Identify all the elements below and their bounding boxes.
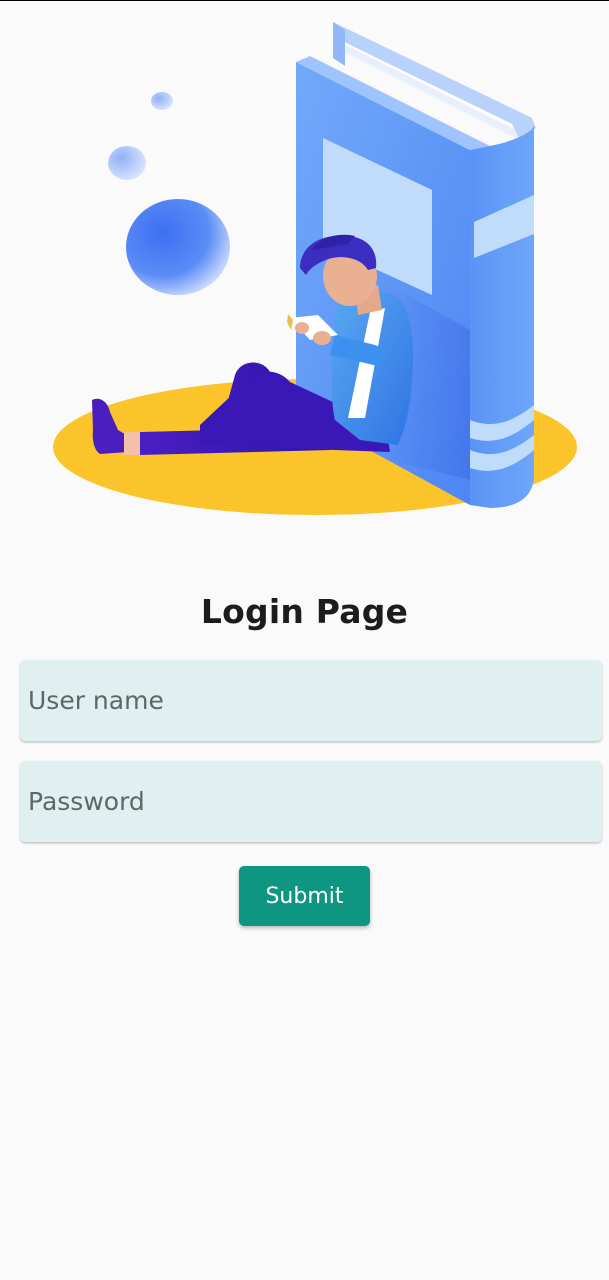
bubble-tiny [151,92,173,110]
bubble-large [126,199,230,295]
hero-illustration [0,0,609,540]
username-field[interactable] [20,660,602,741]
username-input[interactable] [20,660,602,741]
submit-button[interactable]: Submit [239,866,370,926]
password-input[interactable] [20,761,602,842]
page-title: Login Page [200,592,409,631]
reading-person-illustration [53,22,577,515]
password-field[interactable] [20,761,602,842]
bubble-small [108,146,146,180]
